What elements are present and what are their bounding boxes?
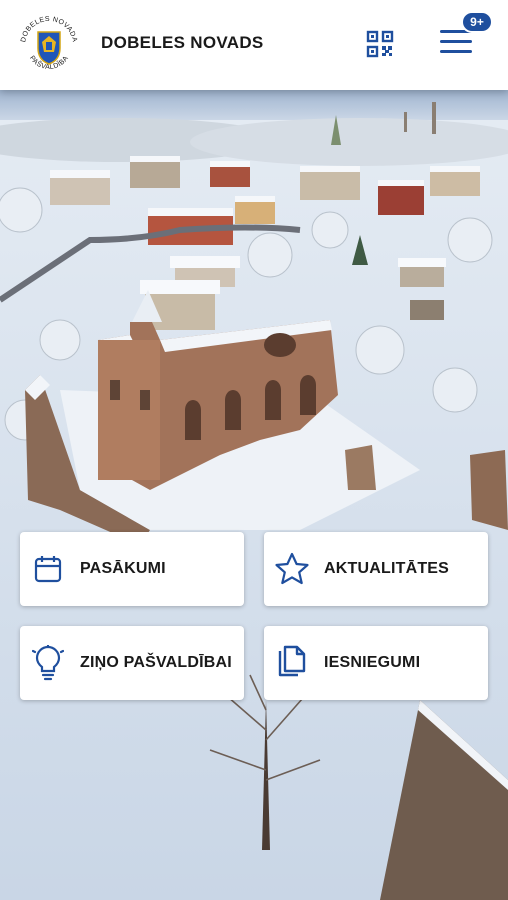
municipality-logo[interactable]: DOBELES NOVADA PAŠVALDĪBA [16,12,82,78]
documents-icon [274,645,310,681]
qr-code-icon[interactable] [366,30,394,58]
tile-label: IESNIEGUMI [324,654,421,671]
snowy-castle-illustration [0,90,508,900]
tile-label: PASĀKUMI [80,560,166,577]
app-title: DOBELES NOVADS [101,33,264,52]
app-header: DOBELES NOVADA PAŠVALDĪBA DOBELES NOVADS [0,0,508,90]
tile-zino-pasvaldibai[interactable]: ZIŅO PAŠVALDĪBAI [20,626,244,700]
hamburger-menu-icon[interactable] [440,30,476,60]
tile-label: AKTUALITĀTES [324,560,450,577]
calendar-icon [30,551,66,587]
hero-image [0,90,508,900]
tile-pasakumi[interactable]: PASĀKUMI [20,532,244,606]
tile-label: ZIŅO PAŠVALDĪBAI [80,654,232,671]
tile-iesniegumi[interactable]: IESNIEGUMI [264,626,488,700]
lightbulb-icon [30,645,66,681]
notification-badge: 9+ [461,11,493,33]
tile-aktualitates[interactable]: AKTUALITĀTES [264,532,488,606]
star-icon [274,551,310,587]
